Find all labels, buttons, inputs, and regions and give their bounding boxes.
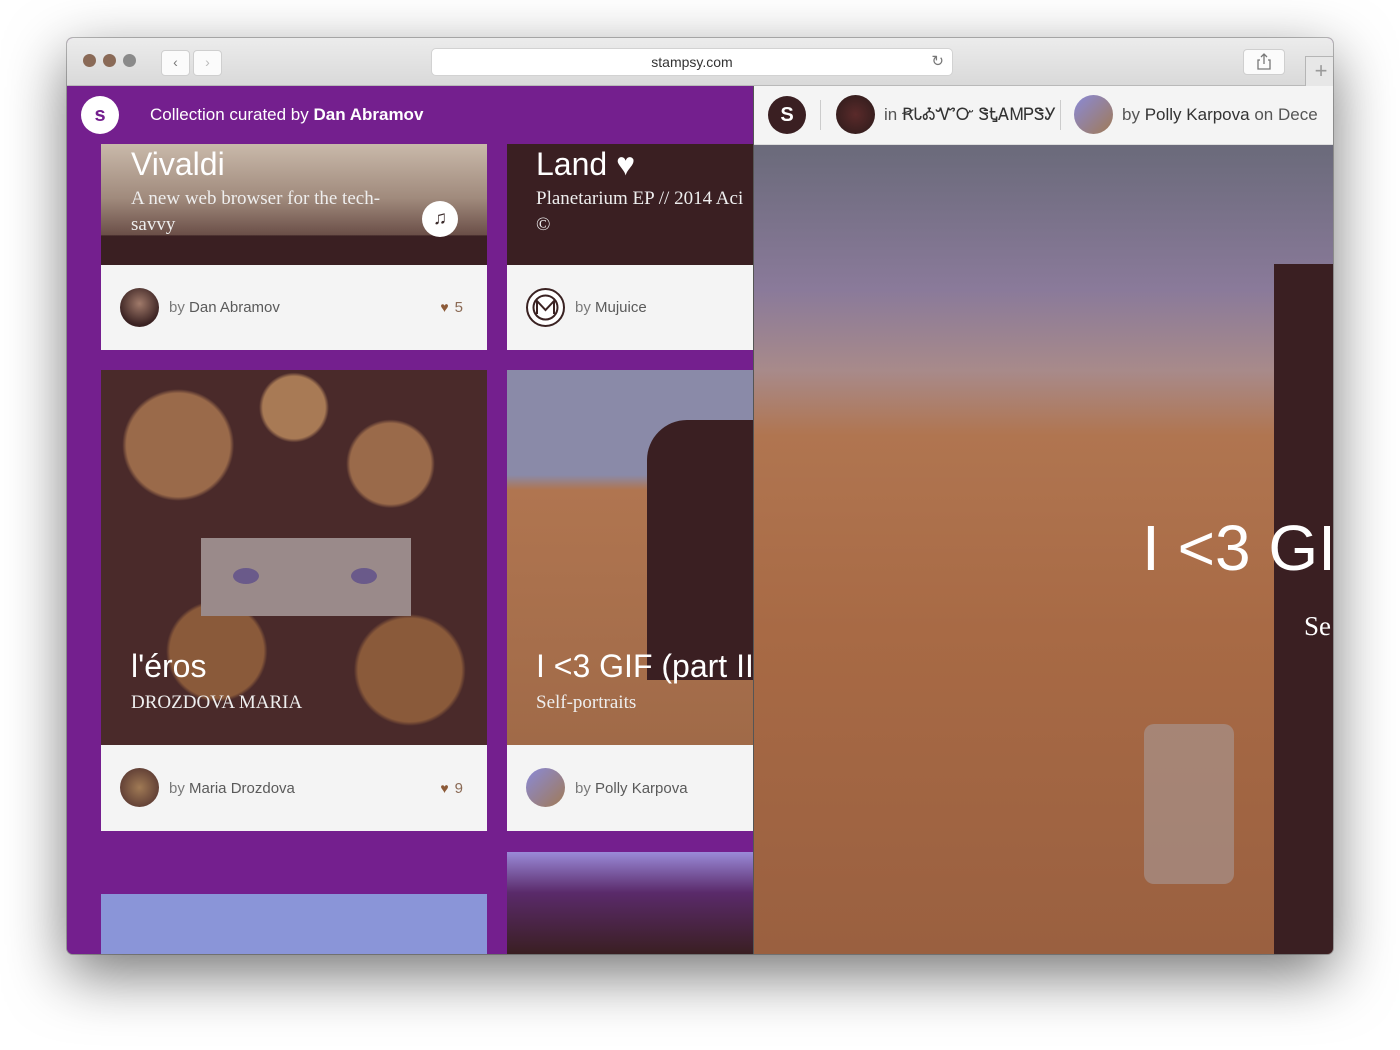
- divider: [1060, 100, 1061, 130]
- address-bar[interactable]: stampsy.com ↻: [431, 48, 953, 76]
- avatar[interactable]: [526, 288, 565, 327]
- reload-icon[interactable]: ↻: [931, 49, 944, 75]
- heart-icon: ♥: [440, 780, 449, 796]
- curator-name[interactable]: Dan Abramov: [314, 105, 424, 124]
- card-partial[interactable]: [507, 852, 753, 954]
- card-vivaldi[interactable]: Vivaldi A new web browser for the tech-s…: [101, 144, 487, 350]
- stamp-title: I <3 GI: [1142, 512, 1333, 584]
- author-link[interactable]: by Polly Karpova on Dece: [1122, 105, 1318, 125]
- curated-by-text: Collection curated by Dan Abramov: [150, 105, 424, 124]
- plus-icon: +: [1314, 58, 1328, 83]
- chevron-right-icon: ›: [205, 54, 210, 70]
- card-title: I <3 GIF (part II): [536, 648, 753, 684]
- collection-link[interactable]: in ꞦᏓᎣᏉᏅ ᏕᎿᎪᎷᏢᏕᎩ: [884, 105, 1056, 125]
- card-author[interactable]: by Maria Drozdova: [169, 780, 295, 797]
- minimize-window-button[interactable]: [103, 54, 116, 67]
- avatar[interactable]: [526, 768, 565, 807]
- card-subtitle: DROZDOVA MARIA: [131, 692, 303, 713]
- mujuice-logo-icon: [532, 294, 559, 321]
- collection-panel: s Collection curated by Dan Abramov Viva…: [67, 86, 753, 954]
- stampsy-logo[interactable]: S: [768, 96, 806, 134]
- card-subtitle: Self-portraits: [536, 692, 637, 713]
- like-count[interactable]: ♥ 5: [440, 299, 463, 316]
- card-footer: by Polly Karpova: [507, 745, 753, 831]
- card-image: I <3 GIF (part II) Self-portraits: [507, 370, 753, 745]
- card-author[interactable]: by Polly Karpova: [575, 780, 688, 797]
- music-note-icon[interactable]: ♫: [422, 201, 458, 237]
- card-footer: by Maria Drozdova ♥ 9: [101, 745, 487, 831]
- browser-toolbar: ‹ › stampsy.com ↻ +: [67, 38, 1333, 87]
- zoom-window-button[interactable]: [123, 54, 136, 67]
- avatar[interactable]: [120, 288, 159, 327]
- avatar[interactable]: [120, 768, 159, 807]
- forward-button[interactable]: ›: [193, 50, 222, 76]
- eyes-image: [201, 538, 411, 616]
- card-i-love-gif[interactable]: I <3 GIF (part II) Self-portraits by Pol…: [507, 370, 753, 831]
- stamp-detail-panel: I <3 GI Se S in ꞦᏓᎣᏉᏅ ᏕᎿᎪᎷᏢᏕᎩ by Polly K…: [753, 86, 1333, 954]
- card-image: Land ♥ Planetarium EP // 2014 Aci ©: [507, 144, 753, 265]
- figure-edge: [1274, 264, 1333, 954]
- card-footer: by Dan Abramov ♥ 5: [101, 265, 487, 350]
- card-subtitle: A new web browser for the tech-savvy: [131, 188, 381, 235]
- url-text: stampsy.com: [651, 54, 733, 70]
- card-image: Vivaldi A new web browser for the tech-s…: [101, 144, 487, 265]
- close-window-button[interactable]: [83, 54, 96, 67]
- heart-icon: ♥: [440, 299, 449, 315]
- like-count[interactable]: ♥ 9: [440, 780, 463, 797]
- browser-window: ‹ › stampsy.com ↻ + s Collection curated…: [67, 38, 1333, 954]
- card-land[interactable]: Land ♥ Planetarium EP // 2014 Aci © by M…: [507, 144, 753, 350]
- share-icon: [1257, 53, 1271, 70]
- collection-avatar[interactable]: [836, 95, 875, 134]
- card-author[interactable]: by Dan Abramov: [169, 299, 280, 316]
- author-avatar[interactable]: [1074, 95, 1113, 134]
- stamp-subtitle: Se: [1304, 611, 1331, 641]
- back-button[interactable]: ‹: [161, 50, 190, 76]
- skateboard: [1144, 724, 1234, 884]
- card-leros[interactable]: l'éros DROZDOVA MARIA by Maria Drozdova …: [101, 370, 487, 831]
- chevron-left-icon: ‹: [173, 54, 178, 70]
- card-title: l'éros: [131, 648, 207, 684]
- card-subtitle: Planetarium EP // 2014 Aci: [536, 188, 744, 209]
- new-tab-button[interactable]: +: [1305, 56, 1333, 87]
- card-subtitle-copyright: ©: [536, 214, 551, 235]
- collection-header: s Collection curated by Dan Abramov: [67, 86, 753, 144]
- card-title: Land ♥: [536, 146, 636, 182]
- stampsy-logo[interactable]: s: [81, 96, 119, 134]
- card-footer: by Mujuice: [507, 265, 753, 350]
- card-author[interactable]: by Mujuice: [575, 299, 647, 316]
- card-title: Vivaldi: [131, 146, 225, 182]
- card-partial[interactable]: [101, 894, 487, 954]
- share-button[interactable]: [1243, 49, 1285, 75]
- stamp-header: S in ꞦᏓᎣᏉᏅ ᏕᎿᎪᎷᏢᏕᎩ by Polly Karpova on D…: [754, 86, 1333, 145]
- card-image: l'éros DROZDOVA MARIA: [101, 370, 487, 745]
- divider: [820, 100, 821, 130]
- girl-figure: [647, 420, 753, 680]
